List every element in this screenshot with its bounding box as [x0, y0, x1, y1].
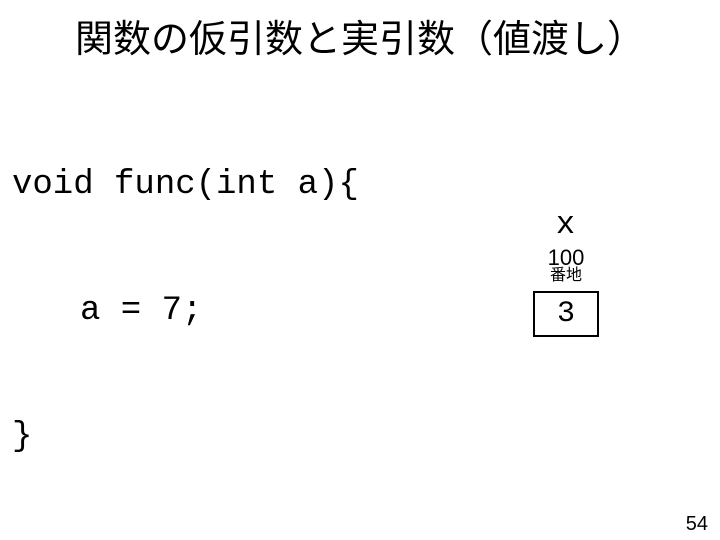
slide-title: 関数の仮引数と実引数（値渡し） — [0, 8, 720, 63]
page-number: 54 — [686, 513, 708, 536]
code-line-3: } — [12, 416, 447, 458]
memory-diagram: x 100 番地 3 — [506, 206, 626, 337]
slide: 関数の仮引数と実引数（値渡し） void func(int a){ a = 7;… — [0, 0, 720, 540]
code-line-1: void func(int a){ — [12, 164, 447, 206]
code-line-2: a = 7; — [12, 290, 447, 332]
var-name: x — [506, 206, 626, 243]
addr-label: 番地 — [506, 267, 626, 285]
code-block: void func(int a){ a = 7; } void main(){ … — [12, 80, 447, 540]
memory-cell: 3 — [533, 291, 599, 337]
addr-number: 100 — [506, 247, 626, 269]
code-text: a = 7; — [80, 292, 202, 330]
